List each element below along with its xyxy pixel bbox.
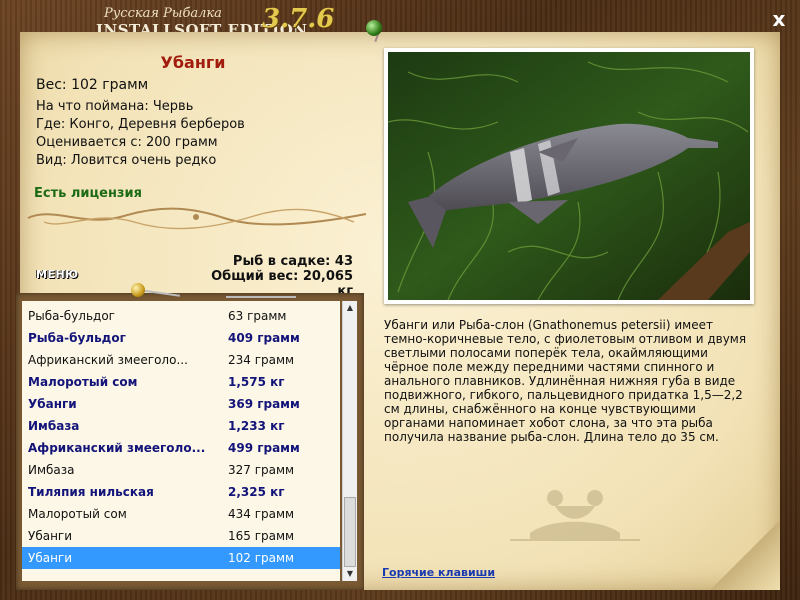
app-version: 3.7.6 <box>262 4 335 34</box>
list-item[interactable]: Малоротый сом 434 грамм <box>22 503 340 525</box>
fish-watermark-icon <box>510 490 640 541</box>
list-item[interactable]: Имбаза 327 грамм <box>22 459 340 481</box>
list-item-weight: 1,233 кг <box>228 419 285 433</box>
fish-info: На что поймана: Червь Где: Конго, Деревн… <box>36 98 245 170</box>
yellow-pin-icon <box>131 283 145 297</box>
list-item-weight: 165 грамм <box>228 529 295 543</box>
list-item-fish-name: Имбаза <box>28 419 80 433</box>
caught-on: На что поймана: Червь <box>36 99 194 114</box>
list-item-weight: 2,325 кг <box>228 485 285 499</box>
list-item-fish-name: Тиляпия нильская <box>28 485 154 499</box>
app-title-small: Русская Рыбалка <box>104 6 222 21</box>
scroll-down-icon[interactable]: ▼ <box>343 567 357 581</box>
list-item-weight: 327 грамм <box>228 463 295 477</box>
fish-photo-frame <box>384 48 754 304</box>
catch-list[interactable]: Рыба-бульдог 63 грамм Рыба-бульдог 409 грам… <box>22 301 340 581</box>
list-scrollbar[interactable]: ▲ ▼ <box>342 301 357 581</box>
list-item-weight: 409 грамм <box>228 331 300 345</box>
list-item-fish-name: Рыба-бульдог <box>28 309 115 323</box>
list-item[interactable]: Имбаза 1,233 кг <box>22 415 340 437</box>
menu-button[interactable]: МЕНЮ <box>36 268 79 281</box>
list-item-weight: 1,575 кг <box>228 375 285 389</box>
ornament-divider <box>27 207 367 230</box>
scroll-up-icon[interactable]: ▲ <box>343 301 357 315</box>
catch-list-panel: Рыба-бульдог 63 грамм Рыба-бульдог 409 грам… <box>16 293 364 590</box>
list-item[interactable]: Малоротый сом 1,575 кг <box>22 371 340 393</box>
list-item[interactable]: Африканский змееголо... 234 грамм <box>22 349 340 371</box>
list-item-fish-name: Рыба-бульдог <box>28 331 126 345</box>
green-pin-icon <box>366 20 382 36</box>
scroll-thumb[interactable] <box>344 497 356 567</box>
list-item-fish-name: Убанги <box>28 551 73 565</box>
fish-count: Рыб в садке: 43 <box>232 254 353 269</box>
list-item-fish-name: Малоротый сом <box>28 507 127 521</box>
list-item-weight: 499 грамм <box>228 441 300 455</box>
list-item-fish-name: Малоротый сом <box>28 375 138 389</box>
list-item[interactable]: Убанги 369 грамм <box>22 393 340 415</box>
list-item[interactable]: Рыба-бульдог 409 грамм <box>22 327 340 349</box>
list-item[interactable]: Африканский змееголо... 499 грамм <box>22 437 340 459</box>
list-item-fish-name: Имбаза <box>28 463 75 477</box>
list-item-fish-name: Африканский змееголо... <box>28 441 206 455</box>
fish-photo <box>388 52 750 300</box>
list-item-fish-name: Убанги <box>28 397 77 411</box>
valued-from: Оценивается с: 200 грамм <box>36 135 218 150</box>
hotkeys-link[interactable]: Горячие клавиши <box>382 566 495 579</box>
rarity: Вид: Ловится очень редко <box>36 153 217 168</box>
list-item[interactable]: Убанги 165 грамм <box>22 525 340 547</box>
list-item[interactable]: Рыба-бульдог 63 грамм <box>22 305 340 327</box>
list-item-weight: 63 грамм <box>228 309 287 323</box>
fish-name: Убанги <box>160 53 226 72</box>
pin-stem <box>226 296 296 298</box>
list-item[interactable]: Тиляпия нильская 2,325 кг <box>22 481 340 503</box>
license-status: Есть лицензия <box>34 186 142 201</box>
close-button[interactable]: x <box>768 8 790 30</box>
list-item-fish-name: Африканский змееголо... <box>28 353 188 367</box>
list-item[interactable]: Убанги 102 грамм <box>22 547 340 569</box>
list-item-weight: 434 грамм <box>228 507 295 521</box>
fish-description: Убанги или Рыба-слон (Gnathonemus peters… <box>384 318 747 444</box>
fish-weight: Вес: 102 грамм <box>36 77 149 93</box>
page-curl <box>710 520 780 590</box>
list-item-weight: 102 грамм <box>228 551 295 565</box>
catch-location: Где: Конго, Деревня берберов <box>36 117 245 132</box>
list-item-fish-name: Убанги <box>28 529 73 543</box>
list-item-weight: 234 грамм <box>228 353 295 367</box>
list-item-weight: 369 грамм <box>228 397 300 411</box>
